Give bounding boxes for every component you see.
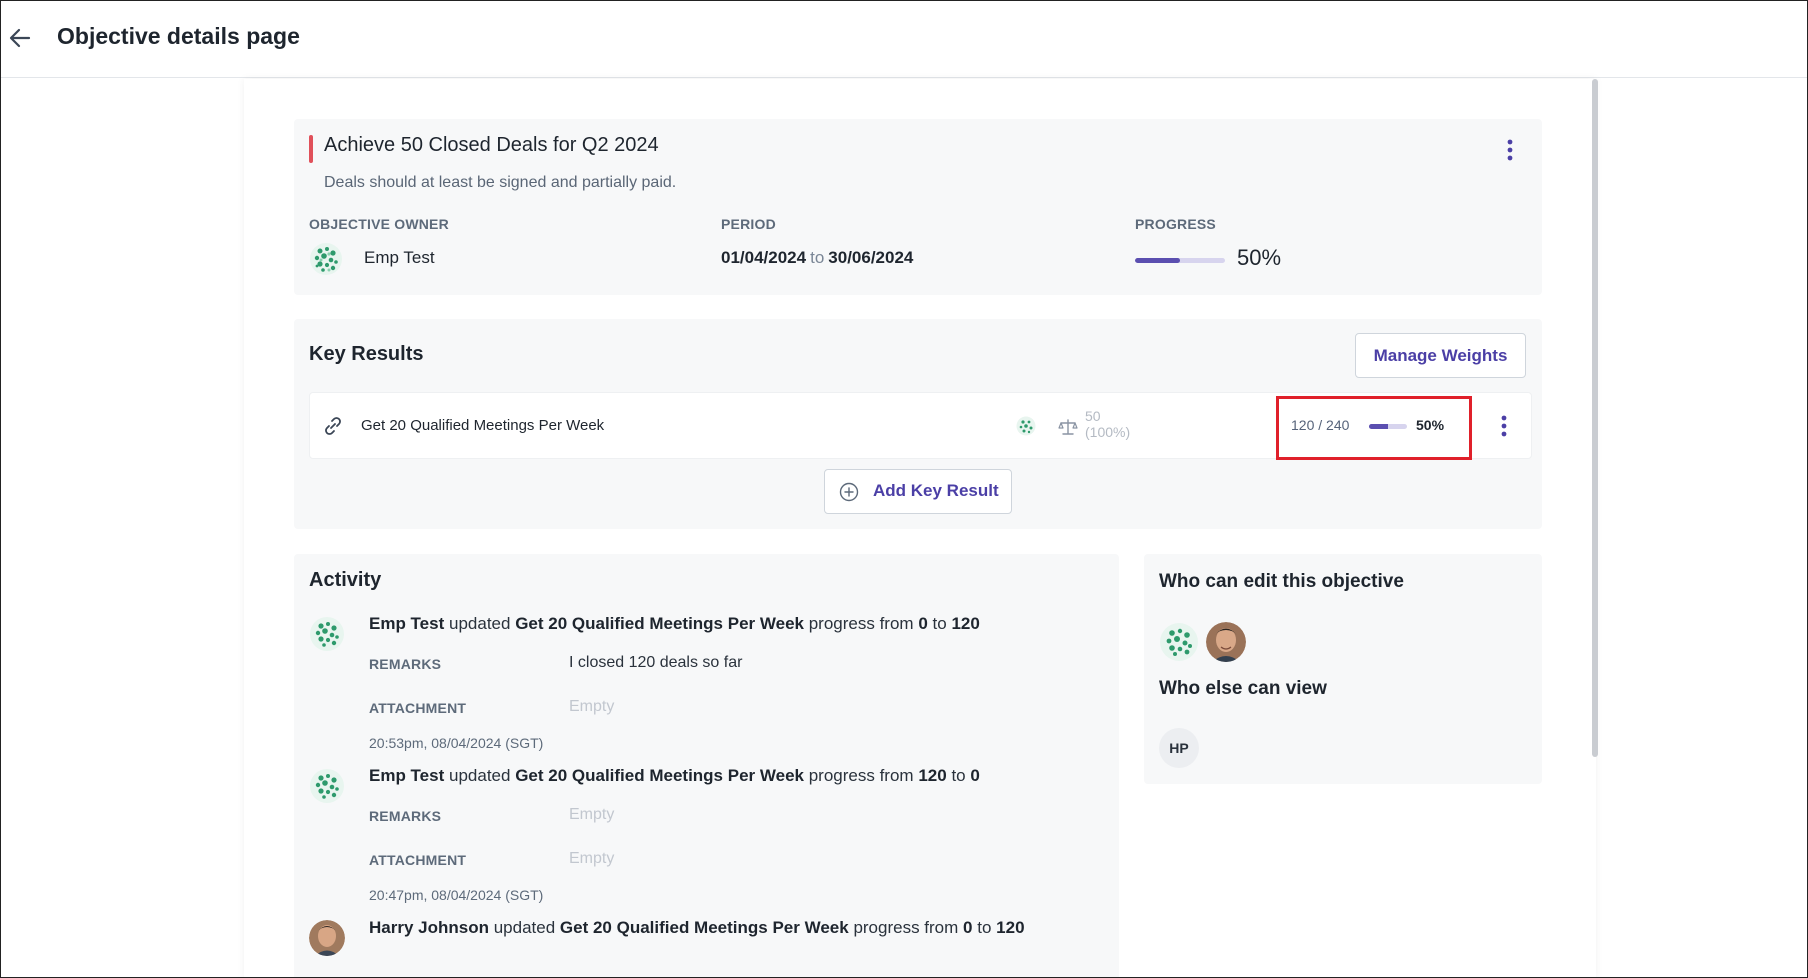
- owner-label: OBJECTIVE OWNER: [309, 216, 449, 232]
- period-range: 01/04/2024 to 30/06/2024: [721, 248, 913, 268]
- activity-to-text: to: [951, 766, 966, 785]
- attachment-value: Empty: [569, 698, 615, 715]
- objective-card: Achieve 50 Closed Deals for Q2 2024 Deal…: [294, 119, 1542, 295]
- view-permission-title: Who else can view: [1159, 678, 1327, 699]
- manage-weights-button[interactable]: Manage Weights: [1355, 333, 1526, 378]
- page-title: Objective details page: [57, 23, 300, 49]
- progress-label: PROGRESS: [1135, 216, 1216, 232]
- viewer-initials-badge[interactable]: HP: [1159, 728, 1199, 768]
- activity-timestamp: 20:53pm, 08/04/2024 (SGT): [369, 735, 544, 751]
- period-to: to: [810, 248, 825, 267]
- key-results-card: Key Results Manage Weights Get 20 Qualif…: [294, 319, 1542, 529]
- attachment-label: ATTACHMENT: [369, 852, 467, 868]
- main-content: Achieve 50 Closed Deals for Q2 2024 Deal…: [244, 79, 1596, 977]
- remarks-value: I closed 120 deals so far: [569, 654, 743, 671]
- activity-summary: Harry Johnson updated Get 20 Qualified M…: [369, 918, 1025, 938]
- activity-user[interactable]: Harry Johnson: [369, 918, 489, 937]
- activity-timestamp: 20:47pm, 08/04/2024 (SGT): [369, 887, 544, 903]
- activity-to-value: 0: [970, 766, 980, 785]
- app-frame: Objective details page Achieve 50 Closed…: [0, 0, 1808, 978]
- link-icon: [325, 417, 341, 435]
- activity-progress-from-text: progress from: [853, 918, 959, 937]
- page-header: Objective details page: [1, 1, 1807, 78]
- activity-target[interactable]: Get 20 Qualified Meetings Per Week: [560, 918, 849, 937]
- add-key-result-label: Add Key Result: [873, 481, 999, 500]
- key-result-row[interactable]: Get 20 Qualified Meetings Per Week 50 (1…: [309, 392, 1532, 460]
- remarks-label: REMARKS: [369, 656, 442, 672]
- activity-verb: updated: [449, 614, 511, 633]
- scale-icon: [1058, 419, 1078, 435]
- activity-summary: Emp Test updated Get 20 Qualified Meetin…: [369, 766, 980, 786]
- permissions-card: Who can edit this objective Who else can…: [1144, 554, 1542, 784]
- objective-progress-fill: [1135, 258, 1180, 263]
- activity-target[interactable]: Get 20 Qualified Meetings Per Week: [515, 614, 804, 633]
- objective-title: Achieve 50 Closed Deals for Q2 2024: [324, 134, 659, 156]
- plus-circle-icon: [839, 482, 859, 502]
- activity-user[interactable]: Emp Test: [369, 766, 444, 785]
- user-avatar: [310, 617, 344, 651]
- objective-kebab-menu-icon[interactable]: [1500, 137, 1520, 163]
- objective-description: Deals should at least be signed and part…: [324, 174, 677, 191]
- key-result-weight: 50 (100%): [1085, 408, 1130, 440]
- back-arrow-icon[interactable]: [7, 25, 33, 51]
- key-result-owner-avatar: [1016, 416, 1036, 436]
- owner-avatar: [310, 243, 342, 275]
- remarks-value: Empty: [569, 806, 615, 823]
- activity-summary: Emp Test updated Get 20 Qualified Meetin…: [369, 614, 980, 634]
- activity-from-value: 120: [918, 766, 947, 785]
- activity-to-text: to: [977, 918, 992, 937]
- editor-avatar[interactable]: [1159, 622, 1199, 662]
- key-results-title: Key Results: [309, 343, 424, 365]
- owner-name: Emp Test: [364, 248, 435, 267]
- period-start: 01/04/2024: [721, 248, 807, 267]
- activity-from-value: 0: [963, 918, 973, 937]
- activity-card: Activity Emp Test updated Get 20 Qualifi…: [294, 554, 1119, 977]
- activity-from-value: 0: [918, 614, 928, 633]
- objective-status-marker: [309, 135, 313, 163]
- highlight-box: [1276, 396, 1472, 460]
- remarks-label: REMARKS: [369, 808, 442, 824]
- activity-progress-from-text: progress from: [808, 614, 914, 633]
- objective-progress-value: 50%: [1237, 245, 1282, 270]
- key-result-weight-value: 50: [1085, 408, 1101, 424]
- objective-progress-bar: [1135, 258, 1225, 263]
- activity-target[interactable]: Get 20 Qualified Meetings Per Week: [515, 766, 804, 785]
- left-gutter: [1, 79, 244, 977]
- key-result-name[interactable]: Get 20 Qualified Meetings Per Week: [361, 417, 604, 434]
- activity-progress-from-text: progress from: [808, 766, 914, 785]
- activity-to-value: 120: [996, 918, 1025, 937]
- attachment-value: Empty: [569, 850, 615, 867]
- attachment-label: ATTACHMENT: [369, 700, 467, 716]
- period-end: 30/06/2024: [828, 248, 914, 267]
- activity-title: Activity: [309, 569, 382, 591]
- period-label: PERIOD: [721, 216, 776, 232]
- user-avatar: [310, 769, 344, 803]
- edit-permission-title: Who can edit this objective: [1159, 571, 1404, 592]
- vertical-scrollbar[interactable]: [1592, 79, 1598, 757]
- activity-verb: updated: [449, 766, 511, 785]
- activity-to-text: to: [932, 614, 947, 633]
- key-result-weight-pct: (100%): [1085, 424, 1131, 440]
- editor-avatar-photo[interactable]: [1206, 622, 1246, 662]
- user-avatar-photo: [309, 920, 345, 956]
- activity-to-value: 120: [951, 614, 980, 633]
- activity-user[interactable]: Emp Test: [369, 614, 444, 633]
- activity-verb: updated: [493, 918, 556, 937]
- add-key-result-button[interactable]: Add Key Result: [824, 469, 1012, 514]
- key-result-kebab-menu-icon[interactable]: [1494, 413, 1514, 439]
